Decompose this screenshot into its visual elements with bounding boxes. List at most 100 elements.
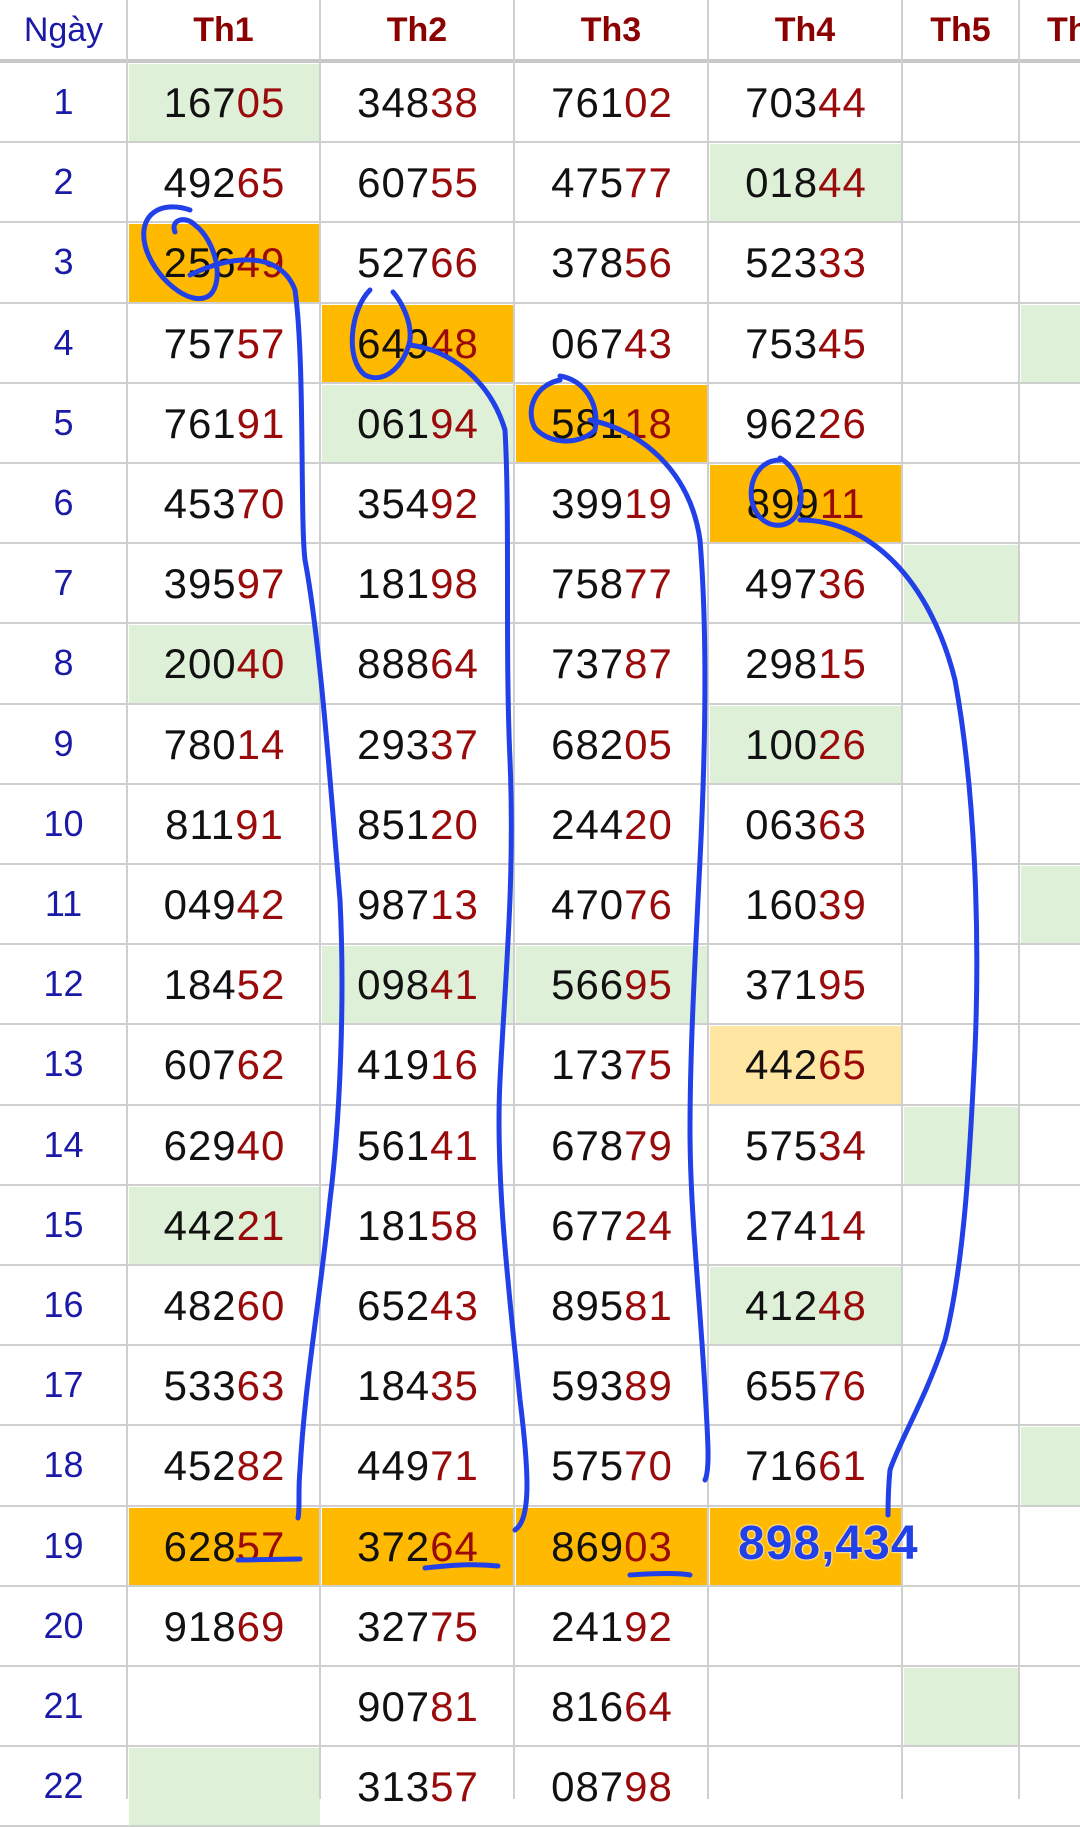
result-head-digits: 918: [163, 1602, 237, 1650]
result-cell: 354 92: [322, 465, 514, 543]
result-tail-digits: 19: [624, 480, 673, 528]
result-head-digits: 087: [551, 1763, 625, 1811]
result-head-digits: 241: [551, 1602, 625, 1650]
result-tail-digits: 75: [430, 1602, 479, 1650]
day-cell: 6: [53, 482, 74, 524]
result-cell: 018 44: [710, 144, 902, 223]
day-cell: 21: [43, 1685, 84, 1727]
result-head-digits: 327: [357, 1602, 431, 1650]
result-head-digits: 442: [745, 1041, 819, 1089]
result-tail-digits: 48: [818, 1282, 867, 1330]
result-head-digits: 533: [163, 1362, 237, 1410]
result-cell: 442 21: [129, 1186, 320, 1265]
result-tail-digits: 39: [818, 881, 867, 929]
result-cell: 181 58: [322, 1187, 514, 1265]
day-cell: 12: [43, 963, 84, 1005]
result-tail-digits: 98: [624, 1763, 673, 1811]
result-cell: [904, 1427, 1019, 1505]
result-cell: 652 43: [322, 1267, 514, 1345]
row-divider: [0, 1745, 1080, 1748]
header-th2: Th2: [386, 10, 448, 49]
result-cell: 987 13: [322, 866, 514, 944]
result-head-digits: 378: [551, 239, 625, 287]
result-head-digits: 293: [357, 720, 431, 768]
row-divider: [0, 462, 1080, 464]
result-cell: [904, 1026, 1019, 1104]
result-cell: [1021, 1668, 1080, 1746]
result-cell: 737 87: [516, 625, 708, 703]
result-cell: [904, 786, 1019, 864]
result-tail-digits: 24: [624, 1201, 673, 1249]
result-cell: [1021, 465, 1080, 543]
result-cell: 851 20: [322, 786, 514, 864]
row-divider: [0, 1665, 1080, 1667]
result-tail-digits: 64: [430, 640, 479, 688]
result-head-digits: 181: [357, 1201, 431, 1249]
result-cell: 888 64: [322, 625, 514, 703]
result-head-digits: 452: [163, 1442, 237, 1490]
result-head-digits: 348: [357, 79, 431, 127]
result-cell: 655 76: [710, 1347, 902, 1425]
result-tail-digits: 48: [430, 319, 479, 367]
result-cell: 753 45: [710, 305, 902, 383]
result-tail-digits: 77: [624, 159, 673, 207]
result-cell: [904, 1668, 1019, 1747]
result-cell: 703 44: [710, 64, 902, 142]
result-cell: 761 02: [516, 64, 708, 142]
result-tail-digits: 14: [818, 1201, 867, 1249]
result-cell: [1021, 1347, 1080, 1425]
result-tail-digits: 43: [624, 319, 673, 367]
result-tail-digits: 35: [430, 1362, 479, 1410]
result-cell: 581 18: [516, 384, 708, 463]
result-head-digits: 200: [163, 640, 237, 688]
result-cell: 419 16: [322, 1026, 514, 1104]
result-tail-digits: 92: [430, 480, 479, 528]
result-tail-digits: 77: [624, 560, 673, 608]
result-cell: [1021, 1107, 1080, 1185]
column-divider: [1018, 0, 1020, 1799]
result-cell: [904, 1347, 1019, 1425]
row-divider: [0, 1344, 1080, 1347]
result-head-digits: 655: [745, 1362, 819, 1410]
result-tail-digits: 57: [430, 1763, 479, 1811]
result-cell: 757 57: [129, 305, 320, 383]
result-head-digits: 497: [745, 560, 819, 608]
result-cell: [1021, 706, 1080, 784]
result-tail-digits: 95: [818, 961, 867, 1009]
result-cell: 453 70: [129, 465, 320, 543]
result-cell: [904, 625, 1019, 703]
result-cell: 607 62: [129, 1026, 320, 1104]
result-head-digits: 470: [551, 881, 625, 929]
result-head-digits: 851: [357, 800, 431, 848]
result-cell: [710, 1588, 902, 1666]
result-tail-digits: 41: [430, 1121, 479, 1169]
result-cell: 962 26: [710, 385, 902, 463]
result-cell: 482 60: [129, 1267, 320, 1345]
result-cell: [1021, 545, 1080, 623]
result-cell: [1021, 64, 1080, 142]
result-cell: 918 69: [129, 1588, 320, 1666]
result-cell: [1021, 224, 1080, 302]
result-tail-digits: 63: [236, 1362, 286, 1410]
result-cell: 442 65: [710, 1026, 902, 1105]
day-cell: 15: [43, 1203, 84, 1245]
result-tail-digits: 13: [430, 881, 479, 929]
result-tail-digits: 42: [236, 881, 286, 929]
result-tail-digits: 18: [624, 399, 673, 447]
result-tail-digits: 66: [430, 239, 479, 287]
row-divider: [0, 1424, 1080, 1427]
result-cell: 327 75: [322, 1588, 514, 1666]
result-head-digits: 753: [745, 319, 819, 367]
result-head-digits: 442: [163, 1201, 237, 1249]
result-cell: 371 95: [710, 946, 902, 1024]
day-cell: 18: [43, 1444, 84, 1486]
row-divider: [0, 943, 1080, 946]
column-divider: [513, 0, 515, 1799]
result-cell: 475 77: [516, 144, 708, 222]
result-cell: [1021, 1427, 1080, 1506]
header-divider: [0, 59, 1080, 63]
result-tail-digits: 05: [236, 79, 286, 127]
result-head-digits: 703: [745, 79, 819, 127]
result-head-digits: 575: [745, 1121, 819, 1169]
result-cell: 761 91: [129, 385, 320, 463]
